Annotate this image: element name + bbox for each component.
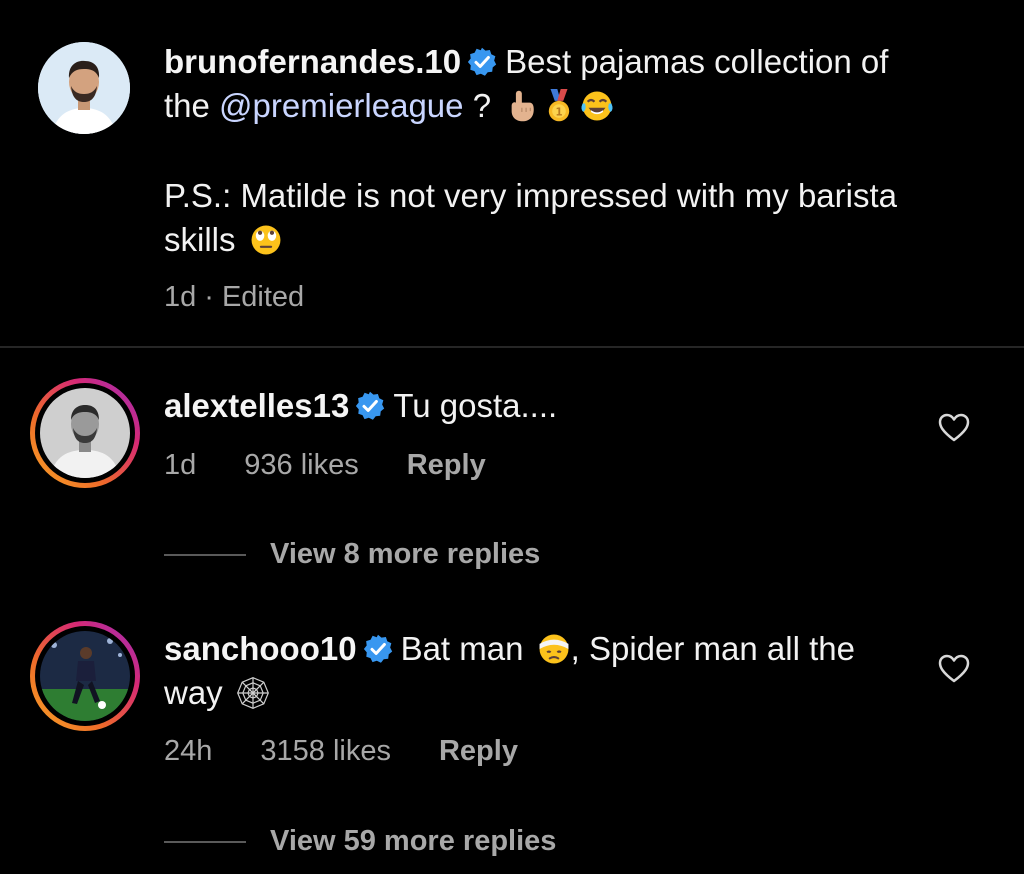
caption-username[interactable]: brunofernandes.10 bbox=[164, 43, 461, 80]
spider-web-icon bbox=[236, 677, 269, 709]
pointing-up-hand-icon bbox=[511, 90, 534, 122]
comment-meta-sanchooo10: 24h 3158 likes Reply bbox=[164, 733, 566, 769]
post-caption: brunofernandes.10 Best pajamas collection… bbox=[0, 0, 1024, 346]
comment-time: 1d bbox=[164, 449, 197, 481]
comment-text-sanchooo10: sanchooo10 Bat man , Spider man all the w… bbox=[164, 627, 904, 715]
edited-label: Edited bbox=[221, 281, 305, 313]
caption-text: brunofernandes.10 Best pajamas collection… bbox=[164, 40, 924, 262]
verified-badge-icon bbox=[356, 391, 385, 420]
bandaged-face-icon bbox=[539, 634, 569, 664]
verified-badge-icon bbox=[467, 47, 497, 76]
story-ring-alextelles13[interactable] bbox=[30, 378, 140, 488]
heart-icon[interactable] bbox=[937, 652, 971, 686]
verified-badge-icon bbox=[363, 634, 392, 663]
view-replies-button[interactable]: View 8 more replies bbox=[164, 536, 540, 572]
comment-text-alextelles13: alextelles13 Tu gosta.... bbox=[164, 384, 904, 428]
caption-text-part2: ? bbox=[472, 87, 492, 124]
avatar-brunofernandes[interactable] bbox=[38, 42, 130, 134]
view-replies-button[interactable]: View 59 more replies bbox=[164, 823, 556, 859]
comment-meta-alextelles13: 1d 936 likes Reply bbox=[164, 447, 534, 483]
mention-link[interactable]: @premierleague bbox=[219, 87, 463, 124]
comment-body: Tu gosta.... bbox=[393, 387, 558, 424]
story-ring-sanchooo10[interactable] bbox=[30, 621, 140, 731]
avatar-alextelles13[interactable] bbox=[40, 388, 130, 478]
tears-of-joy-icon bbox=[581, 91, 613, 121]
comment-time: 24h bbox=[164, 735, 213, 767]
eye-roll-face-icon bbox=[251, 225, 281, 255]
view-replies-label[interactable]: View 8 more replies bbox=[270, 538, 540, 570]
meta-separator: · bbox=[204, 281, 214, 313]
view-replies-label[interactable]: View 59 more replies bbox=[270, 825, 556, 857]
like-count[interactable]: 3158 likes bbox=[260, 735, 391, 767]
divider bbox=[0, 346, 1024, 348]
replies-divider-line bbox=[164, 841, 246, 844]
replies-divider-line bbox=[164, 554, 246, 557]
reply-button[interactable]: Reply bbox=[407, 449, 486, 481]
comment-username[interactable]: sanchooo10 bbox=[164, 630, 357, 667]
comment-username[interactable]: alextelles13 bbox=[164, 387, 349, 424]
caption-meta: 1d · Edited bbox=[164, 279, 352, 315]
like-count[interactable]: 936 likes bbox=[244, 449, 358, 481]
reply-button[interactable]: Reply bbox=[439, 735, 518, 767]
caption-time: 1d bbox=[164, 281, 197, 313]
avatar-sanchooo10[interactable] bbox=[40, 631, 130, 721]
comment-body-part1: Bat man bbox=[400, 630, 524, 667]
heart-icon[interactable] bbox=[937, 411, 971, 445]
svg-text:1: 1 bbox=[556, 107, 563, 118]
gold-medal-icon: 1 bbox=[549, 89, 570, 122]
